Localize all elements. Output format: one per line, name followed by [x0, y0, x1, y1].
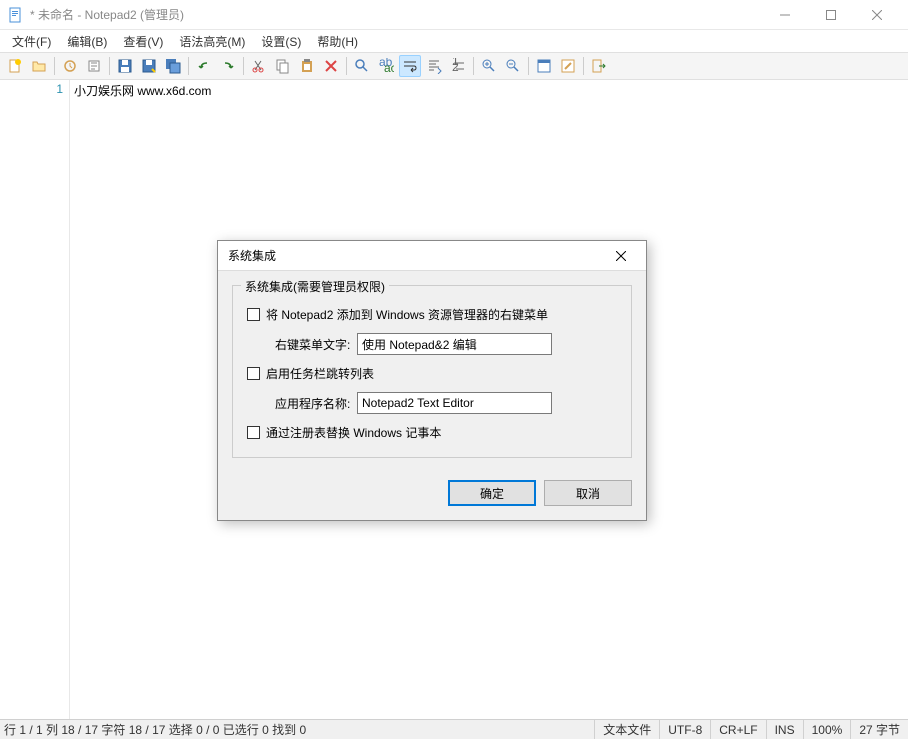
find-icon[interactable] — [351, 55, 373, 77]
customize-icon[interactable] — [557, 55, 579, 77]
close-icon — [616, 251, 626, 261]
cut-icon[interactable] — [248, 55, 270, 77]
separator — [346, 57, 347, 75]
context-menu-label: 将 Notepad2 添加到 Windows 资源管理器的右键菜单 — [266, 306, 548, 323]
svg-text:2: 2 — [452, 60, 459, 74]
appname-input[interactable] — [357, 392, 552, 414]
close-button[interactable] — [854, 0, 900, 30]
menubar: 文件(F) 编辑(B) 查看(V) 语法高亮(M) 设置(S) 帮助(H) — [0, 30, 908, 52]
paste-icon[interactable] — [296, 55, 318, 77]
dialog-title: 系统集成 — [228, 247, 606, 264]
separator — [528, 57, 529, 75]
line-gutter: 1 — [0, 80, 70, 719]
new-icon[interactable] — [4, 55, 26, 77]
system-integration-dialog: 系统集成 系统集成(需要管理员权限) 将 Notepad2 添加到 Window… — [217, 240, 647, 521]
goto-icon[interactable] — [423, 55, 445, 77]
cancel-button[interactable]: 取消 — [544, 480, 632, 506]
saveas-icon[interactable] — [138, 55, 160, 77]
open-icon[interactable] — [28, 55, 50, 77]
wordwrap-icon[interactable] — [399, 55, 421, 77]
ok-button[interactable]: 确定 — [448, 480, 536, 506]
undo-icon[interactable] — [193, 55, 215, 77]
menu-edit[interactable]: 编辑(B) — [59, 31, 115, 52]
separator — [54, 57, 55, 75]
statusbar: 行 1 / 1 列 18 / 17 字符 18 / 17 选择 0 / 0 已选… — [0, 719, 908, 739]
separator — [473, 57, 474, 75]
dialog-close-button[interactable] — [606, 241, 636, 271]
dialog-titlebar: 系统集成 — [218, 241, 646, 271]
delete-icon[interactable] — [320, 55, 342, 77]
savecopy-icon[interactable] — [162, 55, 184, 77]
zoomout-icon[interactable] — [502, 55, 524, 77]
menu-view[interactable]: 查看(V) — [115, 31, 171, 52]
status-eol[interactable]: CR+LF — [710, 720, 765, 739]
linenum-icon[interactable]: 12 — [447, 55, 469, 77]
integration-groupbox: 系统集成(需要管理员权限) 将 Notepad2 添加到 Windows 资源管… — [232, 285, 632, 458]
replace-notepad-label: 通过注册表替换 Windows 记事本 — [266, 424, 441, 441]
exit-icon[interactable] — [588, 55, 610, 77]
status-mode[interactable]: INS — [766, 720, 803, 739]
zoomin-icon[interactable] — [478, 55, 500, 77]
separator — [583, 57, 584, 75]
editor-text: 小刀娱乐网 www.x6d.com — [74, 84, 211, 98]
svg-text:ac: ac — [384, 61, 394, 74]
menu-text-input[interactable] — [357, 333, 552, 355]
separator — [188, 57, 189, 75]
replace-icon[interactable]: abac — [375, 55, 397, 77]
status-zoom[interactable]: 100% — [803, 720, 851, 739]
jumplist-checkbox[interactable] — [247, 367, 260, 380]
menu-text-label: 右键菜单文字: — [247, 336, 357, 353]
appname-label: 应用程序名称: — [247, 395, 357, 412]
groupbox-title: 系统集成(需要管理员权限) — [241, 278, 389, 295]
menu-file[interactable]: 文件(F) — [4, 31, 59, 52]
app-icon — [8, 7, 24, 23]
context-menu-checkbox[interactable] — [247, 308, 260, 321]
toolbar: abac 12 — [0, 52, 908, 80]
menu-syntax[interactable]: 语法高亮(M) — [171, 31, 253, 52]
menu-settings[interactable]: 设置(S) — [253, 31, 309, 52]
titlebar: * 未命名 - Notepad2 (管理员) — [0, 0, 908, 30]
status-encoding[interactable]: UTF-8 — [659, 720, 710, 739]
menu-help[interactable]: 帮助(H) — [309, 31, 366, 52]
window-title: * 未命名 - Notepad2 (管理员) — [30, 6, 762, 23]
maximize-button[interactable] — [808, 0, 854, 30]
copy-icon[interactable] — [272, 55, 294, 77]
status-filetype[interactable]: 文本文件 — [594, 720, 659, 739]
separator — [109, 57, 110, 75]
scheme-icon[interactable] — [533, 55, 555, 77]
save-icon[interactable] — [114, 55, 136, 77]
status-bytes: 27 字节 — [850, 720, 908, 739]
redo-icon[interactable] — [217, 55, 239, 77]
separator — [243, 57, 244, 75]
replace-notepad-checkbox[interactable] — [247, 426, 260, 439]
history-icon[interactable] — [59, 55, 81, 77]
recent-icon[interactable] — [83, 55, 105, 77]
status-position: 行 1 / 1 列 18 / 17 字符 18 / 17 选择 0 / 0 已选… — [0, 721, 594, 738]
jumplist-label: 启用任务栏跳转列表 — [266, 365, 374, 382]
minimize-button[interactable] — [762, 0, 808, 30]
line-number: 1 — [0, 82, 63, 96]
